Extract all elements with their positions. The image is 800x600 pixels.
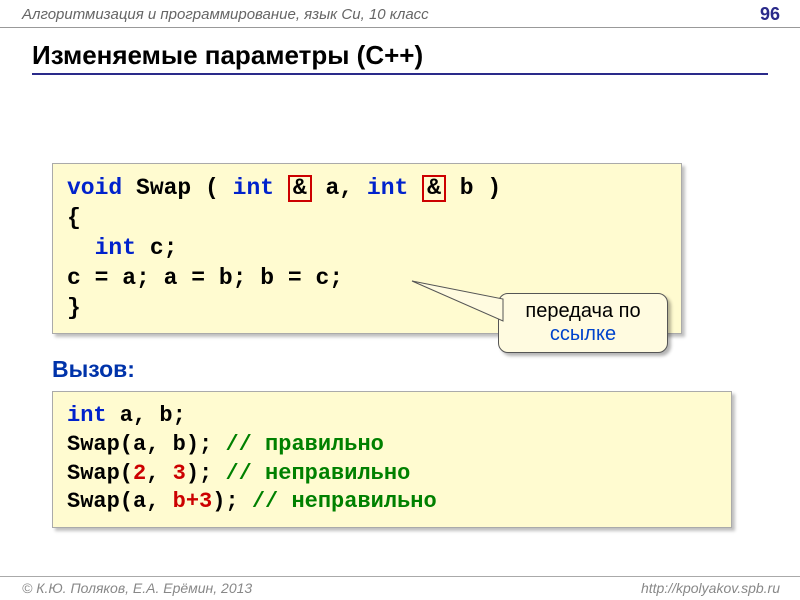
local-decl: c; bbox=[136, 235, 177, 261]
page-number: 96 bbox=[760, 4, 780, 25]
sp bbox=[274, 175, 288, 201]
comment-bad1: // неправильно bbox=[225, 461, 410, 486]
code-line-1: void Swap ( int & a, int & b ) bbox=[67, 174, 667, 204]
kw-int-1: int bbox=[233, 175, 274, 201]
call-line-1: int a, b; bbox=[67, 402, 717, 431]
ref-amp-1: & bbox=[288, 175, 312, 202]
vars-decl: a, b; bbox=[107, 403, 186, 428]
footer: © К.Ю. Поляков, Е.А. Ерёмин, 2013 http:/… bbox=[0, 576, 800, 600]
expr-b3: b+3 bbox=[173, 489, 213, 514]
copyright: © К.Ю. Поляков, Е.А. Ерёмин, 2013 bbox=[22, 580, 252, 596]
callout2-line1: передача по bbox=[515, 300, 651, 323]
call-bad2-b: ); bbox=[212, 489, 252, 514]
callout-reference: передача по ссылке bbox=[498, 293, 668, 353]
slide-title: Изменяемые параметры (C++) bbox=[32, 40, 768, 75]
kw-int-2: int bbox=[367, 175, 408, 201]
call-bad2-a: Swap(a, bbox=[67, 489, 173, 514]
fn-name: Swap ( bbox=[122, 175, 232, 201]
code-line-2: { bbox=[67, 204, 667, 234]
callout2-line2: ссылке bbox=[515, 323, 651, 346]
code-line-4: c = a; a = b; b = c; bbox=[67, 264, 667, 294]
footer-url: http://kpolyakov.spb.ru bbox=[641, 580, 780, 596]
kw-void: void bbox=[67, 175, 122, 201]
literal-2: 2 bbox=[133, 461, 146, 486]
ref-amp-2: & bbox=[422, 175, 446, 202]
param-a: a, bbox=[312, 175, 367, 201]
code-block-calls: int a, b; Swap(a, b); // правильно Swap(… bbox=[52, 391, 732, 527]
kw-int-decl: int bbox=[67, 403, 107, 428]
call-ok: Swap(a, b); bbox=[67, 432, 225, 457]
call-line-3: Swap(2, 3); // неправильно bbox=[67, 460, 717, 489]
comma: , bbox=[146, 461, 172, 486]
call-line-2: Swap(a, b); // правильно bbox=[67, 431, 717, 460]
call-bad1-a: Swap( bbox=[67, 461, 133, 486]
comment-bad2: // неправильно bbox=[252, 489, 437, 514]
code-line-3: int c; bbox=[67, 234, 667, 264]
kw-int-local: int bbox=[95, 235, 136, 261]
literal-3: 3 bbox=[173, 461, 186, 486]
call-bad1-b: ); bbox=[186, 461, 226, 486]
comment-ok: // правильно bbox=[225, 432, 383, 457]
content-area: переменные могут изменяться void Swap ( … bbox=[0, 163, 800, 528]
header-bar: Алгоритмизация и программирование, язык … bbox=[0, 0, 800, 28]
callout2-pointer bbox=[408, 277, 508, 327]
course-label: Алгоритмизация и программирование, язык … bbox=[22, 6, 429, 23]
param-b: b ) bbox=[446, 175, 501, 201]
sp2 bbox=[408, 175, 422, 201]
call-line-4: Swap(a, b+3); // неправильно bbox=[67, 488, 717, 517]
call-label: Вызов: bbox=[52, 356, 768, 383]
